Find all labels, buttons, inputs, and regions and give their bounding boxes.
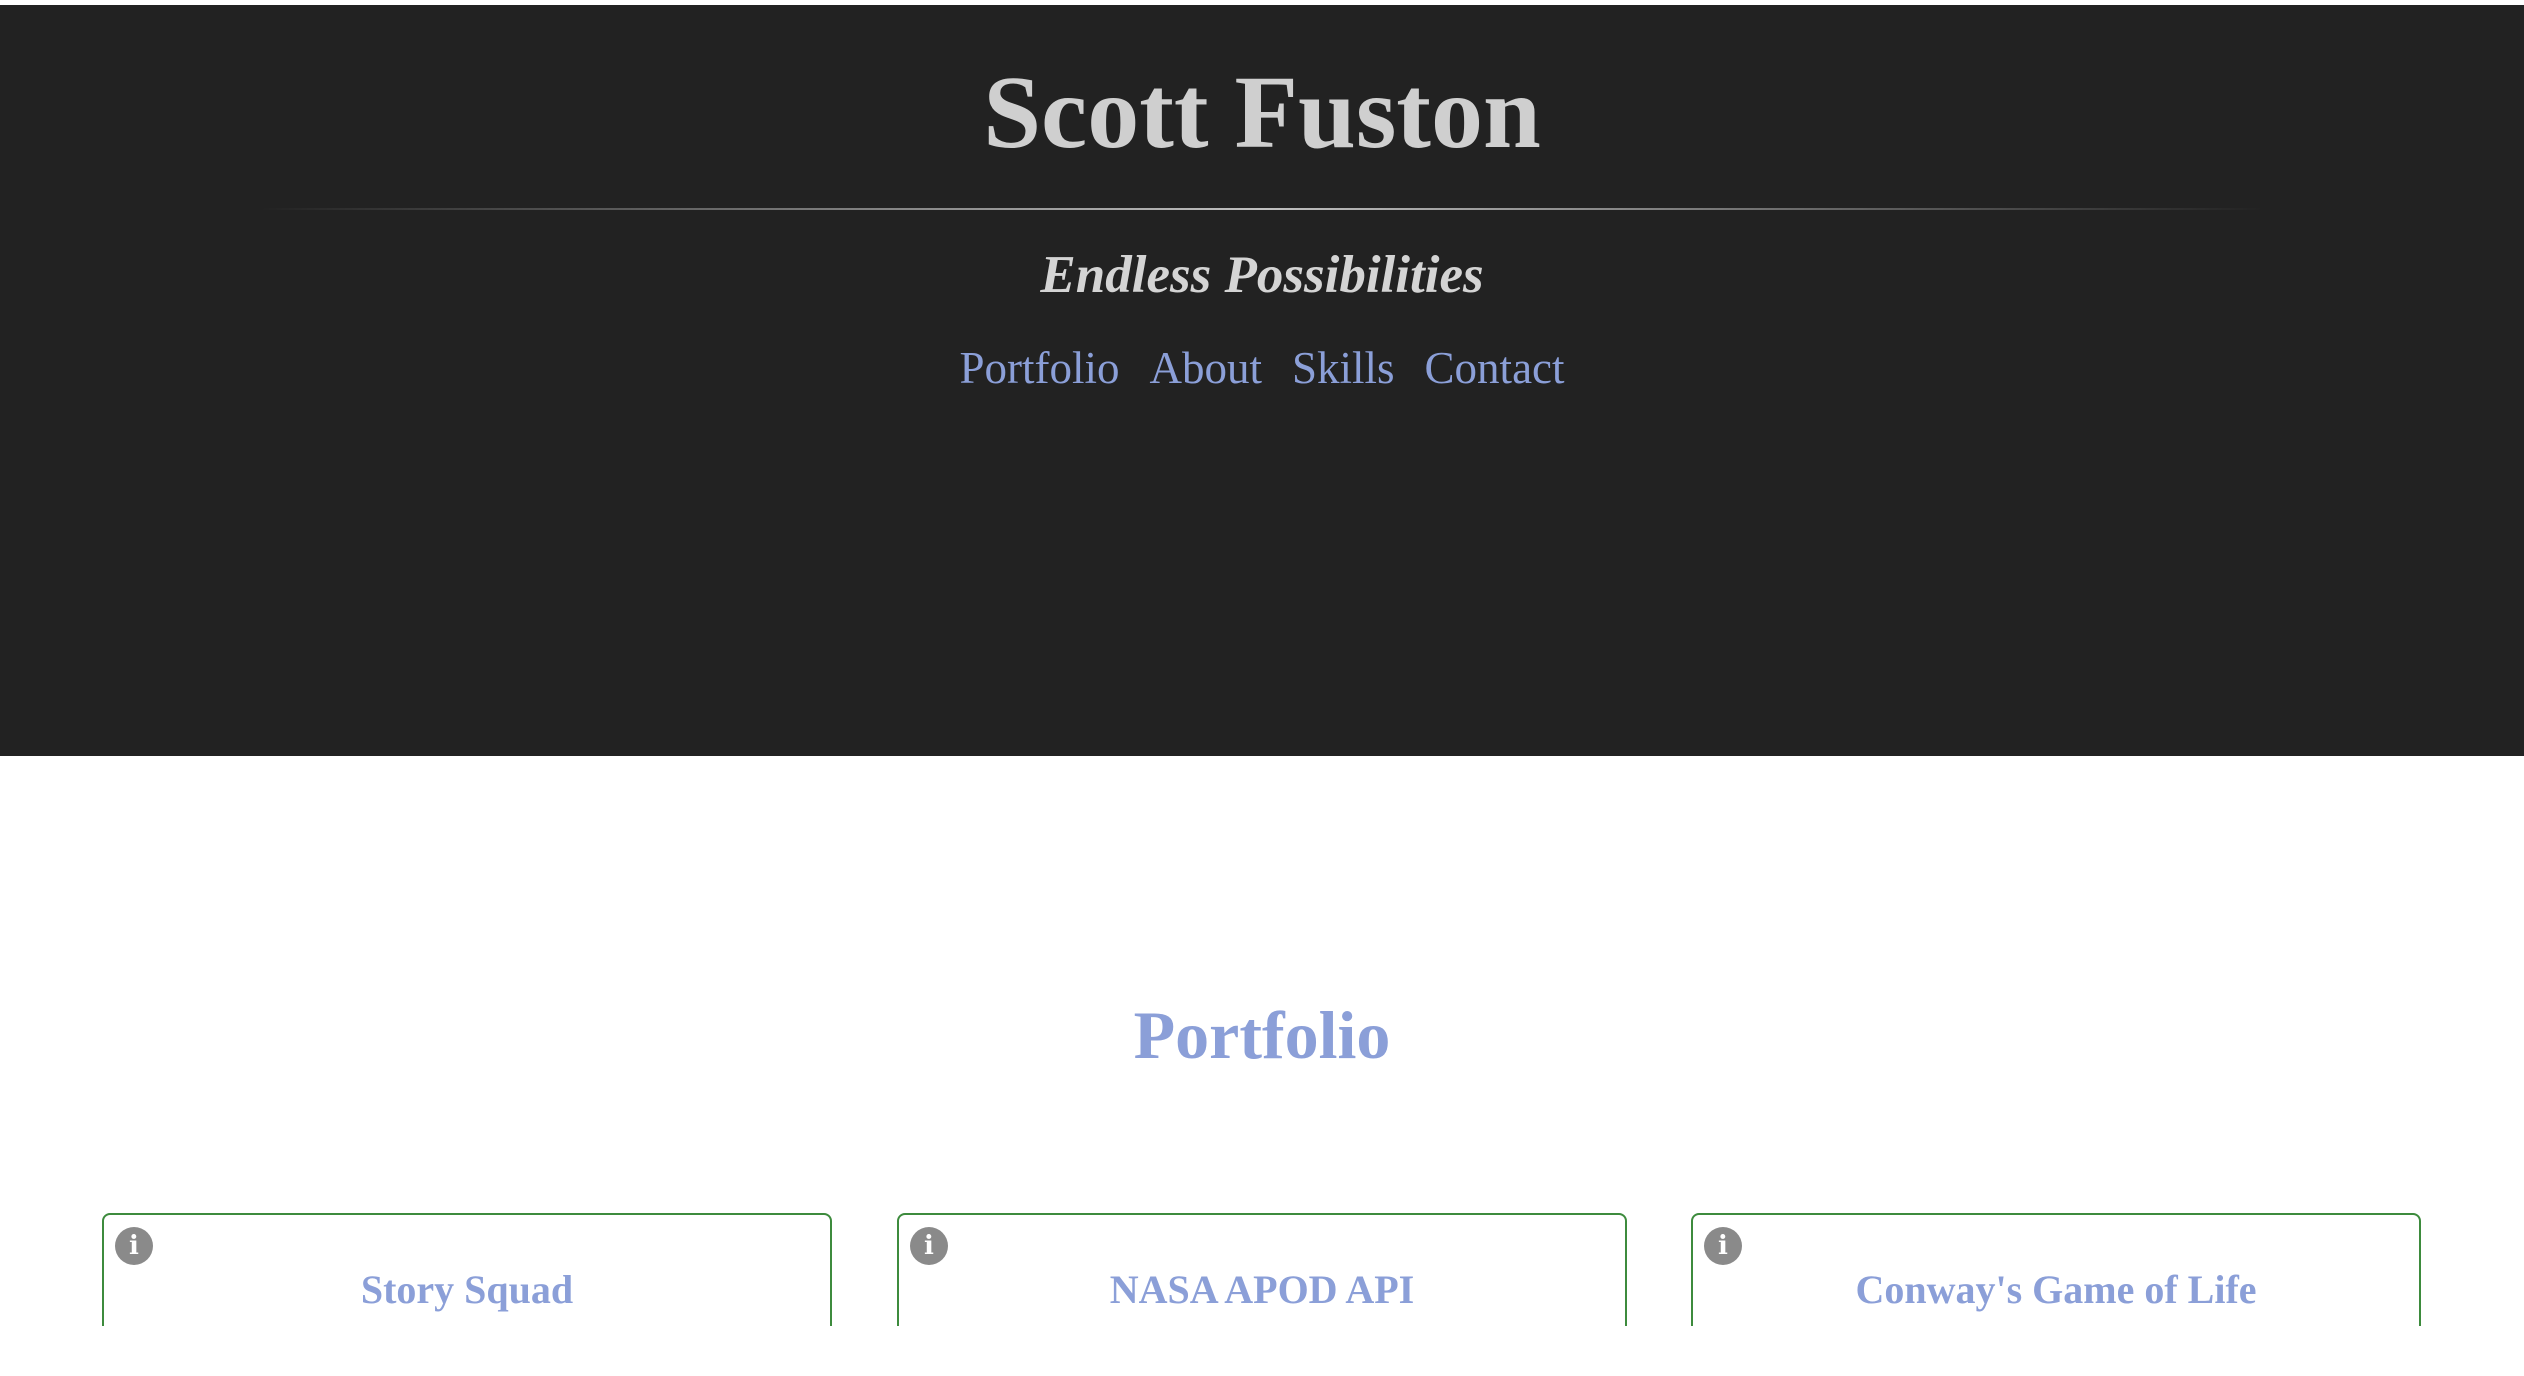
- portfolio-heading: Portfolio: [1133, 997, 1391, 1073]
- site-tagline: Endless Possibilities: [1040, 246, 1484, 304]
- nav-link-portfolio[interactable]: Portfolio: [959, 338, 1119, 398]
- info-icon[interactable]: i: [910, 1227, 948, 1265]
- nav-link-skills[interactable]: Skills: [1292, 338, 1395, 398]
- info-icon[interactable]: i: [1704, 1227, 1742, 1265]
- nav-link-contact[interactable]: Contact: [1425, 338, 1565, 398]
- card-title: NASA APOD API: [1109, 1267, 1415, 1312]
- main-nav: Portfolio About Skills Contact: [0, 338, 2524, 409]
- card-title: Conway's Game of Life: [1855, 1267, 2257, 1312]
- site-title: Scott Fuston: [983, 55, 1541, 170]
- page: Scott Fuston Endless Possibilities Portf…: [0, 0, 2524, 1376]
- title-divider: [260, 208, 2264, 210]
- hero-header: Scott Fuston Endless Possibilities Portf…: [0, 5, 2524, 756]
- info-icon[interactable]: i: [115, 1227, 153, 1265]
- nav-link-about[interactable]: About: [1150, 338, 1263, 398]
- viewport-bottom-edge: [0, 1326, 2524, 1376]
- card-title: Story Squad: [360, 1267, 574, 1312]
